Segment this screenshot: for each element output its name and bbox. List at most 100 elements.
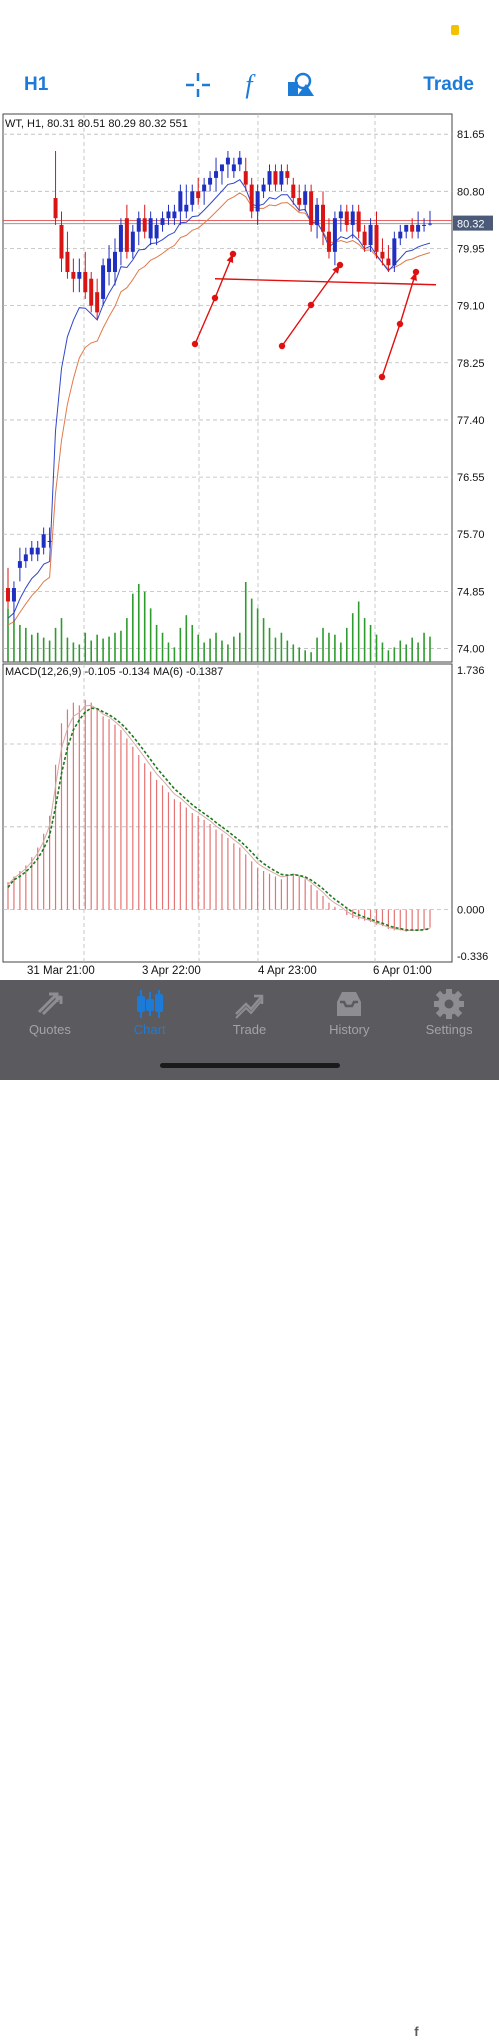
price-chart[interactable]: WT, H1, 80.31 80.51 80.29 80.32 551 MACD…: [0, 112, 499, 980]
candle-body: [124, 218, 129, 252]
candle-body: [297, 198, 302, 205]
candle-body: [225, 157, 230, 165]
candle-body: [231, 164, 236, 172]
candle-body: [142, 218, 147, 232]
current-price-label: 80.32: [457, 219, 485, 231]
chart-info-line: WT, H1, 80.31 80.51 80.29 80.32 551: [5, 118, 188, 130]
annotation-arrowhead: [332, 265, 340, 274]
price-tick-label: 79.95: [457, 243, 485, 255]
candle-body: [261, 184, 266, 192]
candle-body: [118, 224, 123, 252]
price-tick-label: 74.85: [457, 586, 485, 598]
objects-icon[interactable]: [285, 70, 315, 100]
price-tick-label: 76.55: [457, 472, 485, 484]
macd-signal-line: [7, 707, 431, 932]
candle-body: [273, 171, 278, 185]
price-tick-label: 79.10: [457, 301, 485, 313]
candle-body: [71, 272, 76, 279]
candle-body: [416, 224, 421, 232]
annotation-point: [378, 373, 386, 381]
candle-body: [160, 218, 165, 225]
annotation-point: [396, 320, 404, 328]
facebook-icon: f: [408, 2023, 425, 2039]
candle-body: [356, 211, 361, 232]
crosshair-icon[interactable]: [183, 70, 213, 100]
candle-body: [154, 224, 159, 239]
candle-body: [53, 198, 58, 219]
price-tick-label: 77.40: [457, 415, 485, 427]
trade-icon: [235, 994, 264, 1019]
candle-body: [237, 157, 242, 165]
tab-trade[interactable]: Trade: [200, 980, 300, 1040]
candle-body: [428, 223, 432, 225]
quotes-icon: [37, 992, 63, 1016]
candle-body: [83, 272, 88, 293]
candle-body: [279, 171, 284, 185]
candle-body: [386, 258, 391, 266]
annotation-point: [211, 294, 219, 302]
candle-body: [112, 251, 117, 273]
price-panel: [2, 113, 453, 663]
candle-body: [41, 534, 46, 548]
candle-body: [136, 218, 141, 232]
candle-body: [130, 231, 135, 252]
tab-quotes[interactable]: Quotes: [0, 980, 100, 1040]
gear-icon: [434, 989, 465, 1019]
tab-settings[interactable]: Settings: [399, 980, 499, 1040]
candle-body: [35, 547, 40, 555]
macd-line: [7, 704, 431, 932]
candle-body: [47, 540, 52, 542]
watermark: f @南瓜饼: [408, 2015, 491, 2039]
tab-chart[interactable]: Chart: [100, 980, 200, 1040]
candle-body: [196, 191, 201, 199]
tab-history[interactable]: History: [299, 980, 399, 1040]
svg-text:f: f: [245, 70, 256, 99]
candle-body: [410, 224, 415, 232]
candle-body: [29, 547, 34, 555]
moving-average-slow: [7, 192, 431, 626]
candle-body: [208, 177, 213, 185]
candle-body: [59, 224, 64, 259]
candle-body: [380, 251, 385, 259]
candle-body: [255, 191, 260, 212]
macd-info-line: MACD(12,26,9) -0.105 -0.134 MA(6) -0.138…: [5, 666, 223, 678]
macd-tick-label: 1.736: [457, 665, 485, 677]
time-tick-label: 31 Mar 21:00: [27, 965, 95, 977]
candle-body: [422, 224, 427, 226]
indicators-icon[interactable]: f: [234, 70, 264, 100]
candle-body: [184, 204, 189, 212]
price-tick-label: 74.00: [457, 644, 485, 656]
candle-body: [172, 211, 177, 219]
trade-button[interactable]: Trade: [423, 74, 474, 96]
candle-body: [303, 191, 308, 205]
timeframe-button[interactable]: H1: [24, 74, 48, 96]
annotation-point: [191, 340, 199, 348]
candle-body: [148, 218, 153, 239]
candle-body: [392, 238, 397, 266]
price-tick-label: 75.70: [457, 529, 485, 541]
annotation-point: [307, 301, 315, 309]
candle-body: [95, 292, 100, 313]
macd-tick-label: 0.000: [457, 905, 485, 917]
candle-body: [374, 224, 379, 252]
candle-body: [321, 204, 326, 232]
price-tick-label: 81.65: [457, 129, 485, 141]
home-indicator: [160, 1063, 340, 1068]
candle-body: [190, 191, 195, 205]
macd-panel: [2, 663, 453, 963]
candle-body: [89, 278, 94, 306]
candle-body: [65, 251, 70, 273]
candle-body: [178, 191, 183, 212]
price-tick-label: 80.80: [457, 186, 485, 198]
candle-body: [243, 171, 248, 185]
annotation-arrowhead: [226, 254, 234, 263]
time-tick-label: 6 Apr 01:00: [373, 965, 432, 977]
history-icon: [337, 992, 362, 1016]
price-tick-label: 78.25: [457, 358, 485, 370]
candle-body: [404, 224, 409, 232]
candle-body: [332, 218, 337, 252]
candle-body: [77, 272, 82, 279]
candle-body: [23, 554, 28, 562]
candle-body: [291, 184, 296, 199]
candle-body: [344, 211, 349, 225]
